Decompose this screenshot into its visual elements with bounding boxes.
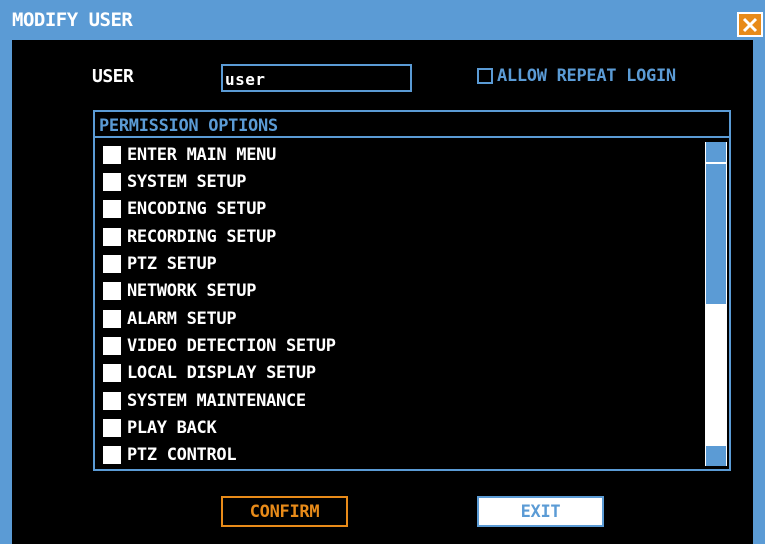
permission-label: LOCAL DISPLAY SETUP <box>127 363 316 383</box>
permission-checkbox[interactable] <box>103 173 121 191</box>
confirm-button[interactable]: CONFIRM <box>221 496 348 527</box>
permission-item[interactable]: NETWORK SETUP <box>103 280 256 302</box>
allow-repeat-login-option[interactable]: ALLOW REPEAT LOGIN <box>477 66 676 86</box>
permission-list: ENTER MAIN MENU SYSTEM SETUP ENCODING SETU… <box>93 138 731 471</box>
permission-label: ENCODING SETUP <box>127 199 267 219</box>
permission-item[interactable]: PTZ SETUP <box>103 253 217 275</box>
permission-label: PTZ CONTROL <box>127 445 237 465</box>
scroll-up-button[interactable] <box>706 142 726 162</box>
permission-label: SYSTEM MAINTENANCE <box>127 391 306 411</box>
permission-checkbox[interactable] <box>103 146 121 164</box>
permission-label: VIDEO DETECTION SETUP <box>127 336 336 356</box>
permission-label: PLAY BACK <box>127 418 217 438</box>
permission-checkbox[interactable] <box>103 337 121 355</box>
allow-repeat-login-label: ALLOW REPEAT LOGIN <box>497 66 676 86</box>
permission-item[interactable]: PTZ CONTROL <box>103 444 237 466</box>
permission-item[interactable]: SYSTEM SETUP <box>103 171 247 193</box>
permission-item[interactable]: RECORDING SETUP <box>103 226 276 248</box>
permission-checkbox[interactable] <box>103 446 121 464</box>
permission-item[interactable]: ENCODING SETUP <box>103 198 266 220</box>
permission-checkbox[interactable] <box>103 419 121 437</box>
user-label: USER <box>92 66 134 87</box>
permission-item[interactable]: SYSTEM MAINTENANCE <box>103 390 306 412</box>
permission-checkbox[interactable] <box>103 310 121 328</box>
permission-item[interactable]: ALARM SETUP <box>103 308 237 330</box>
scroll-thumb[interactable] <box>706 164 726 304</box>
close-button[interactable] <box>737 12 763 37</box>
permission-item[interactable]: LOCAL DISPLAY SETUP <box>103 362 316 384</box>
permission-checkbox[interactable] <box>103 255 121 273</box>
permission-label: PTZ SETUP <box>127 254 217 274</box>
permission-options-header: PERMISSION OPTIONS <box>93 110 731 138</box>
dialog-title: MODIFY USER <box>12 9 133 31</box>
permission-checkbox[interactable] <box>103 392 121 410</box>
scroll-down-button[interactable] <box>706 446 726 466</box>
modify-user-dialog: MODIFY USER USER user ALLOW REPEAT LOGIN… <box>0 0 765 544</box>
allow-repeat-login-checkbox[interactable] <box>477 68 493 84</box>
permission-item[interactable]: ENTER MAIN MENU <box>103 144 276 166</box>
user-input[interactable]: user <box>221 64 412 92</box>
permission-item[interactable]: PLAY BACK <box>103 417 217 439</box>
close-icon <box>742 17 758 32</box>
permission-label: NETWORK SETUP <box>127 281 257 301</box>
title-bar[interactable]: MODIFY USER <box>0 0 765 40</box>
permission-label: ENTER MAIN MENU <box>127 145 277 165</box>
permission-checkbox[interactable] <box>103 200 121 218</box>
permission-label: SYSTEM SETUP <box>127 172 247 192</box>
permission-label: ALARM SETUP <box>127 309 237 329</box>
permission-label: RECORDING SETUP <box>127 227 277 247</box>
permission-item[interactable]: VIDEO DETECTION SETUP <box>103 335 336 357</box>
scrollbar[interactable] <box>705 142 727 466</box>
permission-checkbox[interactable] <box>103 282 121 300</box>
exit-button[interactable]: EXIT <box>477 496 604 527</box>
permission-checkbox[interactable] <box>103 228 121 246</box>
permission-checkbox[interactable] <box>103 364 121 382</box>
